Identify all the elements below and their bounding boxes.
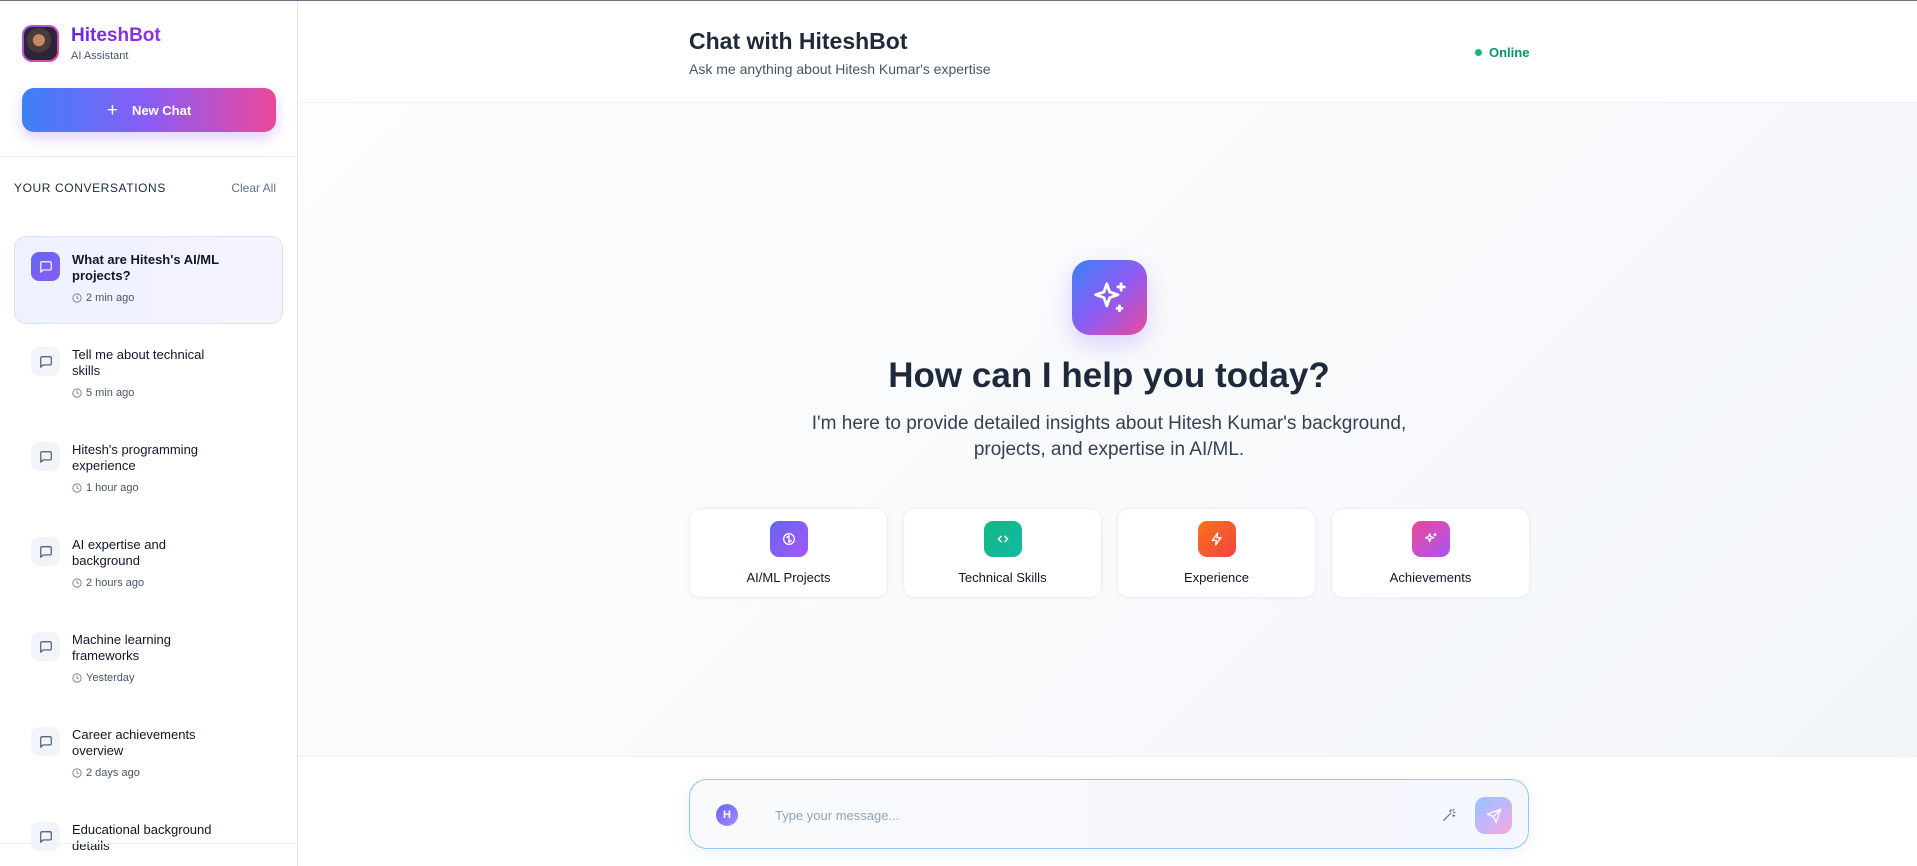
message-composer: H [689,779,1529,849]
new-chat-label: New Chat [131,102,192,118]
conversation-item[interactable]: What are Hitesh's AI/ML projects? 2 min … [14,236,283,324]
conversation-item[interactable]: AI expertise and background 2 hours ago [14,521,283,609]
composer-area: H [298,756,1917,866]
message-input[interactable] [775,802,1395,828]
clock-icon [72,673,82,683]
message-icon [31,632,60,661]
suggestion-cards: AI/ML Projects Technical Skills Experien… [689,508,1530,598]
brand-name: HiteshBot [71,25,161,46]
suggestion-card-experience[interactable]: Experience [1117,508,1316,598]
conversation-time: 5 min ago [72,387,232,399]
conversation-title: Machine learning frameworks [72,632,172,663]
chat-main: Chat with HiteshBot Ask me anything abou… [298,1,1917,866]
suggestion-card-achievements[interactable]: Achievements [1331,508,1530,598]
page-title: Chat with HiteshBot [689,28,908,54]
suggestion-card-ai-ml-projects[interactable]: AI/ML Projects [689,508,888,598]
brand: HiteshBot AI Assistant [22,25,161,62]
online-dot-icon [1475,49,1482,56]
conversation-item[interactable]: Tell me about technical skills 5 min ago [14,331,283,419]
message-icon [31,252,60,281]
conversation-title: AI expertise and background [72,537,166,568]
status-label: Online [1489,45,1530,60]
conversation-title: What are Hitesh's AI/ML projects? [72,252,219,283]
message-icon [31,822,60,851]
clock-icon [72,483,82,493]
clock-icon [72,388,82,398]
conversation-title: Career achievements overview [72,727,196,758]
sidebar: HiteshBot AI Assistant + New Chat YOUR C… [0,1,298,866]
clear-all-button[interactable]: Clear All [231,181,276,195]
send-icon [1486,808,1501,823]
plus-icon: + [106,99,118,121]
message-icon [31,442,60,471]
status-badge: Online [1475,45,1529,60]
conversation-time: 1 hour ago [72,482,232,494]
send-button[interactable] [1475,797,1512,834]
clock-icon [72,768,82,778]
divider [0,843,297,844]
new-chat-button[interactable]: + New Chat [22,88,276,132]
brain-icon [770,521,808,557]
conversation-title: Hitesh's programming experience [72,442,199,473]
conversation-item[interactable]: Educational background details [14,806,283,866]
code-icon [984,521,1022,557]
user-avatar: H [716,804,738,826]
message-icon [31,727,60,756]
conversation-title: Educational background details [72,822,212,853]
welcome-subtitle: I'm here to provide detailed insights ab… [811,413,1407,460]
message-icon [31,537,60,566]
page-subtitle: Ask me anything about Hitesh Kumar's exp… [689,61,991,77]
card-label: Experience [1183,570,1250,585]
conversation-time: 2 hours ago [72,577,232,589]
sparkles-icon [1412,521,1450,557]
conversations-title: YOUR CONVERSATIONS [14,181,166,195]
conversation-item[interactable]: Hitesh's programming experience 1 hour a… [14,426,283,514]
conversation-list: What are Hitesh's AI/ML projects? 2 min … [14,236,283,866]
card-label: Achievements [1389,570,1472,585]
conversation-time: 2 min ago [72,292,232,304]
card-label: AI/ML Projects [746,570,831,585]
welcome-title: How can I help you today? [888,356,1330,395]
clock-icon [72,293,82,303]
conversation-item[interactable]: Career achievements overview 2 days ago [14,711,283,799]
conversations-header: YOUR CONVERSATIONS Clear All [14,181,276,195]
card-label: Technical Skills [958,570,1047,585]
sparkles-icon [1072,260,1147,335]
conversation-time: Yesterday [72,672,232,684]
conversation-time: 2 days ago [72,767,232,779]
bot-avatar [22,25,59,62]
zap-icon [1198,521,1236,557]
chat-header: Chat with HiteshBot Ask me anything abou… [298,1,1917,103]
brand-subtitle: AI Assistant [71,50,129,62]
message-icon [31,347,60,376]
suggestion-card-technical-skills[interactable]: Technical Skills [903,508,1102,598]
conversation-title: Tell me about technical skills [72,347,205,378]
clock-icon [72,578,82,588]
divider [0,156,297,157]
conversation-item[interactable]: Machine learning frameworks Yesterday [14,616,283,704]
magic-wand-icon[interactable] [1439,805,1459,825]
